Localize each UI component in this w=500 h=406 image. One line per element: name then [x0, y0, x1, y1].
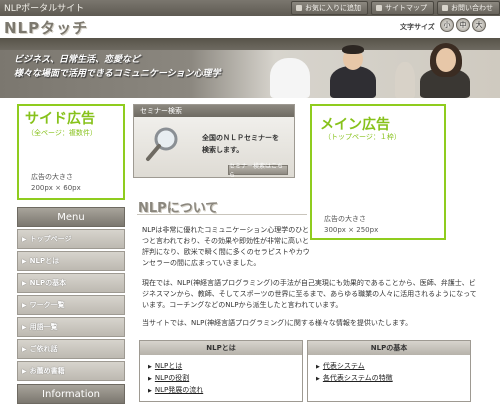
side-ad-size-label: 広告の大きさ: [31, 173, 73, 181]
panel-link-label: NLPとは: [154, 362, 183, 370]
sitemap-link[interactable]: サイトマップ: [371, 1, 434, 15]
font-size-large-button[interactable]: 大: [472, 18, 486, 32]
side-ad-subtitle: （全ページ：複数件）: [27, 129, 97, 137]
panel-link[interactable]: ▶ 代表システム: [316, 361, 365, 371]
arrow-right-icon: ▶: [148, 388, 152, 394]
hero-line-2: 様々な場面で活用できるコミュニケーション心理学: [14, 69, 221, 79]
main-ad-box[interactable]: メイン広告 （トップページ：１枠） 広告の大きさ 300px × 250px: [310, 104, 446, 240]
contact-link[interactable]: お問い合わせ: [437, 1, 500, 15]
menu-item-label: 用語一覧: [29, 323, 58, 331]
information-heading: Information: [17, 384, 125, 404]
panel-link[interactable]: ▶ NLPの役割: [148, 373, 189, 383]
about-paragraph-2: 現在では、NLP(神経言語プログラミング)の手法が自己実現にも効果的であることか…: [142, 279, 477, 309]
arrow-right-icon: ▶: [22, 279, 27, 287]
panel-link-label: NLP発展の流れ: [154, 386, 204, 394]
arrow-right-icon: ▶: [22, 301, 27, 309]
panel-what-is-nlp: NLPとは ▶ NLPとは ▶ NLPの役割 ▶ NLP発展の流れ: [139, 340, 303, 402]
sitemap-label: サイトマップ: [385, 4, 427, 12]
menu-item-label: ワーク一覧: [29, 301, 65, 309]
seminar-search-box: セミナー検索 全国のＮＬＰセミナーを 検索します。 セミナー検索はこちら: [133, 104, 295, 179]
menu-item-stories[interactable]: ▶ ご依れ話: [17, 339, 125, 359]
menu-item-works[interactable]: ▶ ワーク一覧: [17, 295, 125, 315]
hero-line-1: ビジネス、日常生活、恋愛など: [14, 55, 141, 65]
arrow-right-icon: ▶: [22, 323, 27, 331]
menu-item-top[interactable]: ▶ トップページ: [17, 229, 125, 249]
side-ad-box[interactable]: サイド広告 （全ページ：複数件） 広告の大きさ 200px × 60px: [17, 104, 125, 200]
font-size-small-button[interactable]: 小: [440, 18, 454, 32]
seminar-text-line-1: 全国のＮＬＰセミナーを: [202, 134, 279, 142]
menu-item-label: お薦め書籍: [29, 367, 65, 375]
main-ad-size-label: 広告の大きさ: [324, 215, 366, 223]
site-tagline: NLPポータルサイト: [4, 4, 85, 14]
menu-item-nlp-basics[interactable]: ▶ NLPの基本: [17, 273, 125, 293]
panel-heading: NLPとは: [140, 341, 302, 355]
panel-link-label: 各代表システムの特徴: [322, 374, 393, 382]
panel-link-label: 代表システム: [322, 362, 365, 370]
hero-stripe: [0, 38, 500, 50]
side-ad-size: 200px × 60px: [31, 184, 81, 192]
about-paragraph-3: 当サイトでは、NLP(神経言語プログラミング)に関する様々な情報を提供いたします…: [142, 319, 413, 327]
font-size-medium-button[interactable]: 中: [456, 18, 470, 32]
font-size-label: 文字サイズ: [400, 23, 435, 31]
menu-item-label: トップページ: [29, 235, 72, 243]
seminar-heading: セミナー検索: [134, 105, 294, 117]
panel-heading: NLPの基本: [308, 341, 470, 355]
logo-bar: NLPタッチ 文字サイズ 小 中 大: [0, 16, 500, 38]
panel-link-label: NLPの役割: [154, 374, 190, 382]
add-favorite-label: お気に入りに追加: [305, 4, 361, 12]
menu-item-label: NLPとは: [29, 257, 60, 265]
site-logo[interactable]: NLPタッチ: [4, 17, 88, 38]
menu-item-what-is-nlp[interactable]: ▶ NLPとは: [17, 251, 125, 271]
menu-item-books[interactable]: ▶ お薦め書籍: [17, 361, 125, 381]
top-links: お気に入りに追加 サイトマップ お問い合わせ: [291, 1, 500, 15]
menu-item-label: ご依れ話: [29, 345, 58, 353]
arrow-right-icon: ▶: [22, 257, 27, 265]
side-ad-title: サイド広告: [25, 111, 95, 127]
contact-label: お問い合わせ: [451, 4, 493, 12]
bookmark-icon: [296, 5, 302, 11]
top-bar: NLPポータルサイト お気に入りに追加 サイトマップ お問い合わせ: [0, 0, 500, 16]
arrow-right-icon: ▶: [148, 364, 152, 370]
arrow-right-icon: ▶: [316, 364, 320, 370]
arrow-right-icon: ▶: [22, 345, 27, 353]
arrow-right-icon: ▶: [148, 376, 152, 382]
heading-divider: [137, 214, 307, 215]
arrow-right-icon: ▶: [22, 367, 27, 375]
magnifier-icon: [146, 127, 178, 161]
panel-link[interactable]: ▶ 各代表システムの特徴: [316, 373, 393, 383]
add-favorite-link[interactable]: お気に入りに追加: [291, 1, 368, 15]
panel-nlp-basics: NLPの基本 ▶ 代表システム ▶ 各代表システムの特徴: [307, 340, 471, 402]
main-ad-size: 300px × 250px: [324, 226, 379, 234]
panel-link[interactable]: ▶ NLPとは: [148, 361, 182, 371]
arrow-right-icon: ▶: [22, 235, 27, 243]
about-paragraph-1: NLPは非常に優れたコミュニケーション心理学のひとつと言われており、その効果や即…: [142, 226, 310, 267]
main-ad-subtitle: （トップページ：１枠）: [324, 133, 401, 141]
main-ad-title: メイン広告: [320, 117, 390, 133]
panel-link[interactable]: ▶ NLP発展の流れ: [148, 385, 203, 395]
hero-banner: ビジネス、日常生活、恋愛など 様々な場面で活用できるコミュニケーション心理学: [0, 38, 500, 98]
mail-icon: [442, 5, 448, 11]
arrow-right-icon: ▶: [316, 376, 320, 382]
seminar-text-line-2: 検索します。: [202, 146, 244, 154]
menu-item-label: NLPの基本: [29, 279, 67, 287]
sitemap-icon: [376, 5, 382, 11]
menu-item-glossary[interactable]: ▶ 用語一覧: [17, 317, 125, 337]
menu-heading: Menu: [17, 207, 125, 227]
seminar-search-button[interactable]: セミナー検索はこちら: [228, 163, 288, 179]
